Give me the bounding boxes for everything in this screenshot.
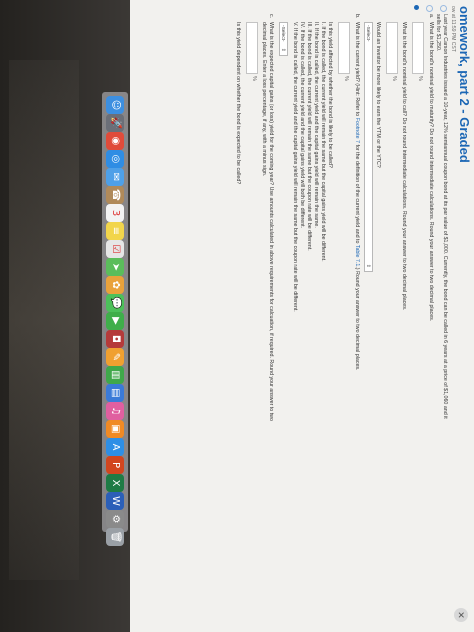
app-store-icon[interactable]: A	[106, 438, 124, 456]
percent-sign: %	[343, 76, 349, 81]
facetime-icon[interactable]: ▶	[106, 312, 124, 330]
part-b-question: What is the current yield? (Hint: Refer …	[354, 22, 360, 371]
select-value: -Select-	[280, 25, 285, 42]
part-c-question-cont: decimal places. Enter a loss percentage,…	[261, 22, 267, 177]
option-item: IV. If the bond is called, the current y…	[299, 22, 305, 229]
safari-icon[interactable]: ◎	[106, 150, 124, 168]
page-title: omework, part 2 - Graded	[457, 6, 472, 163]
current-question-dot	[414, 5, 419, 10]
itunes-icon[interactable]: ♫	[106, 402, 124, 420]
ibooks-icon[interactable]: ▣	[106, 420, 124, 438]
option-item: III. If the bond is called, the current …	[306, 22, 312, 251]
percent-sign: %	[251, 76, 257, 81]
ytc-input[interactable]	[386, 22, 398, 74]
percent-sign: %	[417, 76, 423, 81]
intro-text-cont: sells for $1,250.	[435, 14, 441, 52]
part-b-question-affected: Is this yield affected by whether the bo…	[327, 22, 333, 168]
reminders-icon[interactable]: ☑	[106, 240, 124, 258]
system-preferences-icon[interactable]: ⚙	[106, 510, 124, 528]
powerpoint-icon[interactable]: P	[106, 456, 124, 474]
homework-page: omework, part 2 - Graded ow at 11:59 PM …	[130, 0, 474, 632]
ytm-input[interactable]	[412, 22, 424, 74]
chevron-down-icon: ⇕	[365, 263, 371, 268]
due-date: ow at 11:59 PM CST	[450, 6, 456, 52]
keynote-icon[interactable]: ▤	[106, 384, 124, 402]
numbers-icon[interactable]: ▥	[106, 366, 124, 384]
calendar-icon[interactable]: 3	[106, 204, 124, 222]
intro-text: Last year Carson Industries issued a 10-…	[442, 14, 448, 419]
pages-icon[interactable]: ✎	[106, 348, 124, 366]
table-link[interactable]: Table 7.1	[354, 245, 360, 267]
contacts-icon[interactable]: ☎	[106, 186, 124, 204]
photo-booth-icon[interactable]: ◘	[106, 330, 124, 348]
messages-icon[interactable]: 💬	[106, 294, 124, 312]
option-item: V. If the bond is called, the current yi…	[292, 22, 298, 312]
chevron-down-icon: ⇕	[280, 47, 286, 52]
part-a-label: a.	[428, 14, 434, 19]
ytm-ytc-select[interactable]: -Select- ⇕	[364, 22, 373, 272]
chrome-icon[interactable]: ◉	[106, 132, 124, 150]
part-b-label: b.	[354, 14, 360, 19]
option-item: I. If the bond is called, the current yi…	[320, 22, 326, 262]
trash-icon[interactable]: 🗑	[106, 528, 124, 546]
mail-icon[interactable]: ✉	[106, 168, 124, 186]
excel-icon[interactable]: X	[106, 474, 124, 492]
notes-icon[interactable]: ≡	[106, 222, 124, 240]
footnote-link[interactable]: Footnote 7	[354, 118, 360, 143]
part-a-question-ytm: What is the bond's nominal yield to matu…	[428, 22, 434, 322]
question-status-icon	[426, 5, 433, 12]
dock: ☺ 🚀 ◉ ◎ ✉ ☎ 3 ≡ ☑ ➤ ✿ 💬 ▶ ◘ ✎ ▥ ▤ ♫ ▣ A P X W ⚙ 🗑	[102, 92, 128, 546]
percent-sign: %	[391, 76, 397, 81]
launchpad-icon[interactable]: 🚀	[106, 114, 124, 132]
word-icon[interactable]: W	[106, 492, 124, 510]
photos-icon[interactable]: ✿	[106, 276, 124, 294]
part-c-question: What is the expected capital gains (or l…	[268, 22, 274, 421]
question-status-icon	[440, 5, 447, 12]
desk-reflection	[9, 60, 79, 580]
close-button[interactable]: ✕	[454, 608, 468, 622]
current-yield-input[interactable]	[338, 22, 350, 74]
finder-icon[interactable]: ☺	[106, 96, 124, 114]
part-c-question-dependent: Is this yield dependent on whether the b…	[235, 22, 241, 185]
capital-gains-input[interactable]	[246, 22, 258, 74]
rotated-photo: omework, part 2 - Graded ow at 11:59 PM …	[0, 0, 474, 632]
option-item: II. If the bond is called, the current y…	[313, 22, 319, 228]
option-select[interactable]: -Select- ⇕	[279, 22, 288, 56]
part-a-question-ytc: What is the bond's nominal yield to call…	[401, 22, 407, 311]
part-c-label: c.	[268, 14, 274, 19]
maps-icon[interactable]: ➤	[106, 258, 124, 276]
part-a-question-likely: Would an investor be more likely to earn…	[375, 22, 381, 168]
select-value: -Select-	[365, 25, 370, 42]
